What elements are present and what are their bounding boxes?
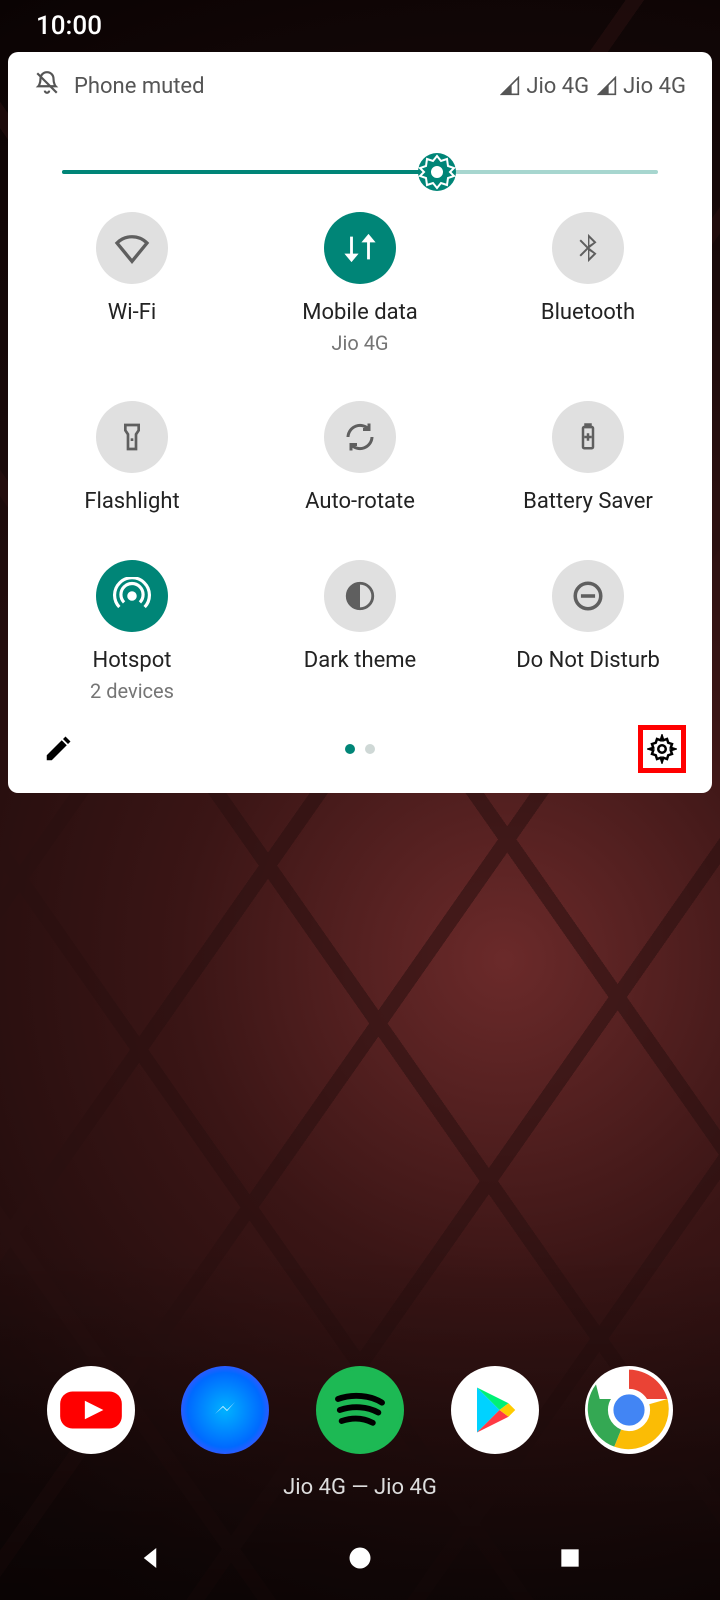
- tile-bluetooth[interactable]: Bluetooth: [474, 212, 702, 355]
- nav-back-button[interactable]: [90, 1528, 210, 1588]
- signal-1-label: Jio 4G: [526, 74, 589, 99]
- tile-label: Bluetooth: [541, 300, 635, 325]
- page-indicator: [345, 744, 375, 754]
- mobile-data-icon: [324, 212, 396, 284]
- tile-sublabel: 2 devices: [90, 679, 174, 703]
- settings-button[interactable]: [638, 725, 686, 773]
- tile-dnd[interactable]: Do Not Disturb: [474, 560, 702, 703]
- app-chrome[interactable]: [585, 1366, 673, 1454]
- page-dot-2: [365, 744, 375, 754]
- tile-label: Battery Saver: [523, 489, 653, 514]
- nav-recent-button[interactable]: [510, 1528, 630, 1588]
- qs-footer: [8, 703, 712, 785]
- carrier-line: Jio 4G — Jio 4G: [0, 1475, 720, 1500]
- tile-battery-saver[interactable]: Battery Saver: [474, 401, 702, 514]
- edit-tiles-button[interactable]: [34, 725, 82, 773]
- dock: [0, 1366, 720, 1454]
- auto-rotate-icon: [324, 401, 396, 473]
- muted-label: Phone muted: [74, 74, 205, 99]
- qs-header-left: Phone muted: [34, 70, 205, 102]
- tile-flashlight[interactable]: Flashlight: [18, 401, 246, 514]
- navigation-bar: [0, 1516, 720, 1600]
- tile-label: Auto-rotate: [305, 489, 415, 514]
- mute-icon: [34, 70, 60, 102]
- battery-saver-icon: [552, 401, 624, 473]
- brightness-thumb[interactable]: [418, 153, 456, 191]
- app-play-store[interactable]: [451, 1366, 539, 1454]
- app-youtube[interactable]: [47, 1366, 135, 1454]
- qs-tiles-grid: Wi-Fi Mobile data Jio 4G Bluetooth Flash…: [8, 186, 712, 703]
- qs-header-right: Jio 4G Jio 4G: [500, 74, 686, 99]
- signal-2: Jio 4G: [597, 74, 686, 99]
- wifi-icon: [96, 212, 168, 284]
- hotspot-icon: [96, 560, 168, 632]
- tile-label: Hotspot: [93, 648, 172, 673]
- tile-label: Dark theme: [304, 648, 416, 673]
- tile-label: Flashlight: [84, 489, 179, 514]
- app-spotify[interactable]: [316, 1366, 404, 1454]
- status-bar: 10:00: [0, 0, 720, 52]
- tile-label: Mobile data: [302, 300, 417, 325]
- dnd-icon: [552, 560, 624, 632]
- page-dot-1: [345, 744, 355, 754]
- app-messenger[interactable]: [181, 1366, 269, 1454]
- tile-wifi[interactable]: Wi-Fi: [18, 212, 246, 355]
- tile-hotspot[interactable]: Hotspot 2 devices: [18, 560, 246, 703]
- tile-auto-rotate[interactable]: Auto-rotate: [246, 401, 474, 514]
- nav-home-button[interactable]: [300, 1528, 420, 1588]
- signal-2-label: Jio 4G: [623, 74, 686, 99]
- quick-settings-panel: Phone muted Jio 4G Jio 4G: [8, 52, 712, 793]
- brightness-slider[interactable]: [8, 112, 712, 186]
- tile-label: Do Not Disturb: [516, 648, 660, 673]
- brightness-track: [62, 170, 658, 174]
- tile-label: Wi-Fi: [108, 300, 156, 325]
- tile-sublabel: Jio 4G: [331, 331, 388, 355]
- dark-theme-icon: [324, 560, 396, 632]
- status-time: 10:00: [36, 11, 102, 41]
- qs-header: Phone muted Jio 4G Jio 4G: [8, 52, 712, 112]
- brightness-fill: [62, 170, 437, 174]
- bluetooth-icon: [552, 212, 624, 284]
- tile-mobile-data[interactable]: Mobile data Jio 4G: [246, 212, 474, 355]
- flashlight-icon: [96, 401, 168, 473]
- signal-1: Jio 4G: [500, 74, 589, 99]
- tile-dark-theme[interactable]: Dark theme: [246, 560, 474, 703]
